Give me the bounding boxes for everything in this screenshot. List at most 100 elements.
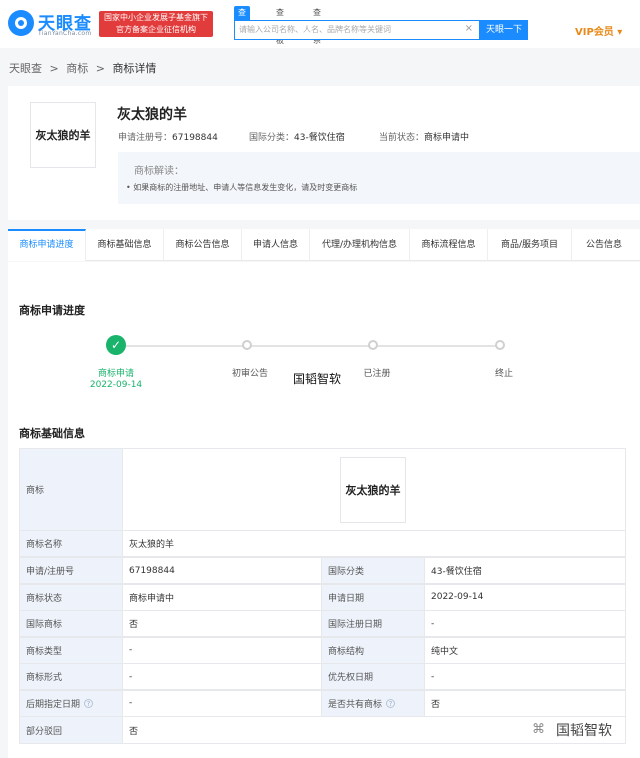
badge-line-1: 国家中小企业发展子基金旗下 <box>104 13 208 22</box>
table-label-later-date-0: 后期指定日期? <box>19 689 123 717</box>
interpretation-title: 商标解读： <box>134 166 184 177</box>
search-tab-company[interactable]: 查公司 <box>234 6 250 45</box>
table-label-type-0: 商标类型 <box>19 636 123 664</box>
progress-track <box>126 345 500 347</box>
watermark-text: 国韬智软 <box>293 372 342 386</box>
table-label-partial-reject: 部分驳回 <box>19 716 123 744</box>
breadcrumb-trademark[interactable]: 商标 <box>66 62 88 75</box>
table-value-text: 否 <box>129 620 139 630</box>
progress-dot-terminated <box>495 340 505 350</box>
status-meta: 当前状态：商标申请中 <box>379 130 469 143</box>
tab-notice-info[interactable]: 公告信息 <box>572 229 636 261</box>
tab-application-progress[interactable]: 商标申请进度 <box>8 229 86 261</box>
table-value-intl-1: 否 <box>122 610 322 637</box>
breadcrumb-home[interactable]: 天眼查 <box>9 62 42 75</box>
tab-goods-services[interactable]: 商品/服务项目 <box>488 229 572 261</box>
table-value-text: 2022-09-14 <box>431 592 484 602</box>
table-label-reg-no-0: 申请/注册号 <box>19 557 123 584</box>
table-value-reg-no-3: 43-餐饮住宿 <box>424 557 626 584</box>
table-label-form-2: 优先权日期 <box>321 663 425 690</box>
table-value-reg-no-1: 67198844 <box>122 557 322 584</box>
table-label-text: 商标结构 <box>328 646 365 657</box>
reg-number-label: 申请注册号： <box>118 133 173 143</box>
progress-section-title: 商标申请进度 <box>19 304 85 317</box>
class-label: 国际分类： <box>249 133 295 143</box>
interpretation-box <box>118 152 640 204</box>
table-label-text: 商标形式 <box>26 673 63 683</box>
table-value-type-3: 纯中文 <box>424 636 626 664</box>
table-value-form-3: - <box>424 663 626 690</box>
search-tab-relation[interactable]: 查关系 <box>309 6 325 45</box>
table-label-status-0: 商标状态 <box>19 583 123 611</box>
table-label-text: 申请/注册号 <box>26 567 75 577</box>
table-value-text: 否 <box>431 699 441 710</box>
breadcrumb-current: 商标详情 <box>112 62 157 75</box>
table-value-type-1: - <box>122 636 322 664</box>
tab-process-info[interactable]: 商标流程信息 <box>410 229 488 261</box>
table-value-text: - <box>431 671 435 682</box>
step-label-terminated: 终止 <box>494 369 513 379</box>
table-label-type-2: 商标结构 <box>321 636 425 664</box>
table-label-status-2: 申请日期 <box>321 583 425 611</box>
tianyancha-logo-icon[interactable] <box>8 10 34 36</box>
check-icon: ✓ <box>106 335 126 355</box>
table-value-intl-3: - <box>424 610 626 637</box>
table-label-text: 国际注册日期 <box>328 620 383 630</box>
table-value-status-1: 商标申请中 <box>122 583 322 611</box>
table-label-form-0: 商标形式 <box>19 663 123 690</box>
basic-section-title: 商标基础信息 <box>19 427 85 440</box>
table-value-text: 67198844 <box>129 565 175 576</box>
trademark-title: 灰太狼的羊 <box>117 107 187 123</box>
breadcrumb-separator: > <box>95 62 105 75</box>
table-value-text: 商标申请中 <box>129 593 175 604</box>
progress-dot-registered <box>368 340 378 350</box>
logo-subtitle: TianYanCha.com <box>38 30 92 37</box>
class-meta: 国际分类：43-餐饮住宿 <box>249 130 345 143</box>
table-value-form-1: - <box>122 663 322 690</box>
search-input[interactable] <box>235 21 463 38</box>
table-value-text: - <box>129 671 133 682</box>
table-value-later-date-3: 否 <box>424 689 626 717</box>
progress-dot-preliminary <box>242 340 252 350</box>
table-label-text: 申请日期 <box>328 593 365 604</box>
tab-agency-info[interactable]: 代理/办理机构信息 <box>310 229 410 261</box>
table-label-name: 商标名称 <box>19 530 123 557</box>
table-value-status-3: 2022-09-14 <box>424 583 626 611</box>
class-value: 43-餐饮住宿 <box>294 133 345 143</box>
table-label-reg-no-2: 国际分类 <box>321 557 425 584</box>
reg-number-value: 67198844 <box>172 133 218 143</box>
search-button[interactable]: 天眼一下 <box>480 20 528 40</box>
table-value-text: - <box>129 645 133 655</box>
table-value-partial-reject: 否 <box>122 716 626 744</box>
status-label: 当前状态： <box>379 133 425 143</box>
clear-icon[interactable]: × <box>465 23 473 34</box>
table-label-intl-0: 国际商标 <box>19 610 123 637</box>
table-value-text: 43-餐饮住宿 <box>431 567 482 577</box>
search-tab-boss[interactable]: 查老板 <box>272 6 288 45</box>
badge-line-2: 官方备案企业征信机构 <box>116 25 196 34</box>
table-label-logo: 商标 <box>19 448 123 531</box>
search-box: × <box>234 20 480 40</box>
table-label-text: 国际分类 <box>328 567 365 577</box>
official-badge: 国家中小企业发展子基金旗下 官方备案企业征信机构 <box>99 11 213 37</box>
tab-announcement-info[interactable]: 商标公告信息 <box>164 229 242 261</box>
help-icon[interactable]: ? <box>386 698 396 708</box>
vip-member-menu[interactable]: VIP会员 ▾ <box>575 23 622 38</box>
help-icon[interactable]: ? <box>84 698 94 708</box>
step-label-application: 商标申请 <box>97 369 134 379</box>
status-value: 商标申请中 <box>424 133 470 143</box>
table-value-text: 纯中文 <box>431 646 459 657</box>
table-label-later-date-2: 是否共有商标? <box>321 689 425 717</box>
table-label-text: 国际商标 <box>26 620 63 630</box>
tab-basic-info[interactable]: 商标基础信息 <box>86 229 164 261</box>
table-value-text: - <box>129 698 133 708</box>
tab-applicant-info[interactable]: 申请人信息 <box>242 229 310 261</box>
reg-number-meta: 申请注册号：67198844 <box>118 130 218 143</box>
interpretation-text: • 如果商标的注册地址、申请人等信息发生变化，请及时变更商标 <box>126 183 358 192</box>
step-label-registered: 已注册 <box>363 369 391 379</box>
table-label-text: 是否共有商标 <box>328 699 383 710</box>
table-label-intl-2: 国际注册日期 <box>321 610 425 637</box>
trademark-image: 灰太狼的羊 <box>30 102 96 168</box>
breadcrumb-separator: > <box>49 62 59 75</box>
step-label-preliminary: 初审公告 <box>231 369 268 379</box>
